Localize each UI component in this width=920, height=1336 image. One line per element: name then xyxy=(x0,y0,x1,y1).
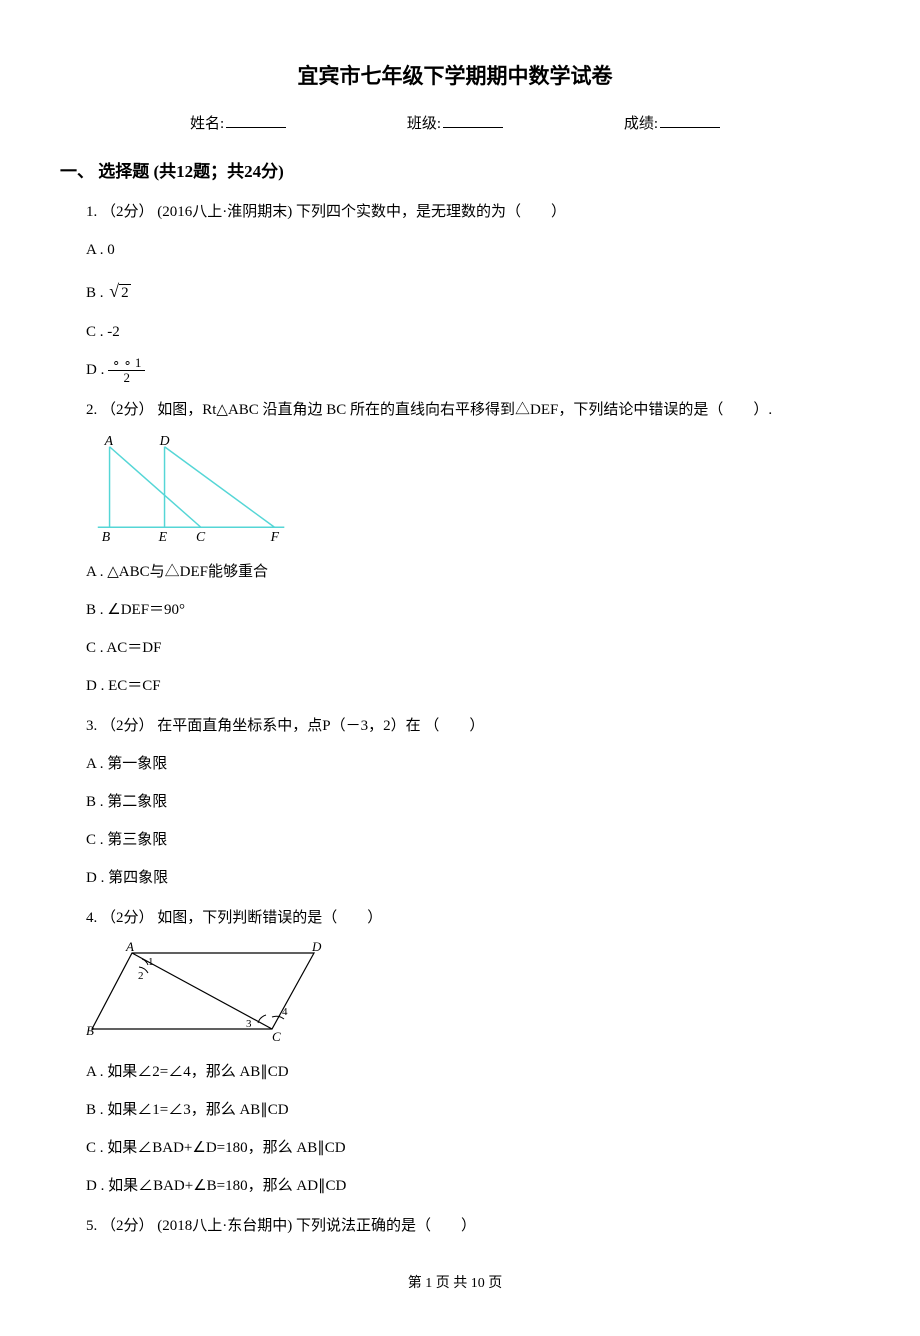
q2-optC: C . AC＝DF xyxy=(86,633,850,663)
score-field: 成绩: xyxy=(624,112,720,136)
q1-optD-prefix: D . xyxy=(86,362,108,378)
q4-optD: D . 如果∠BAD+∠B=180，那么 AD∥CD xyxy=(86,1171,850,1201)
q3-optD: D . 第四象限 xyxy=(86,863,850,893)
q4-optC: C . 如果∠BAD+∠D=180，那么 AB∥CD xyxy=(86,1133,850,1163)
svg-text:1: 1 xyxy=(148,956,154,968)
class-label: 班级: xyxy=(407,112,441,136)
q3-stem: 3. （2分） 在平面直角坐标系中，点P（－3，2）在 （ ） xyxy=(86,711,850,741)
svg-text:C: C xyxy=(196,529,206,541)
q1-optB-prefix: B . xyxy=(86,285,107,301)
svg-text:D: D xyxy=(311,941,322,954)
svg-text:B: B xyxy=(86,1023,94,1038)
name-label: 姓名: xyxy=(190,112,224,136)
svg-text:A: A xyxy=(104,433,114,448)
q3-optB: B . 第二象限 xyxy=(86,787,850,817)
q2-optA: A . △ABC与△DEF能够重合 xyxy=(86,557,850,587)
q2-optB: B . ∠DEF＝90° xyxy=(86,595,850,625)
q3-optA: A . 第一象限 xyxy=(86,749,850,779)
q2-optD: D . EC＝CF xyxy=(86,671,850,701)
q4-optB: B . 如果∠1=∠3，那么 AB∥CD xyxy=(86,1095,850,1125)
exam-title: 宜宾市七年级下学期期中数学试卷 xyxy=(60,60,850,94)
q4-stem: 4. （2分） 如图，下列判断错误的是（ ） xyxy=(86,903,850,933)
section-heading: 一、 选择题 (共12题；共24分) xyxy=(60,158,850,185)
svg-text:A: A xyxy=(125,941,134,954)
svg-text:B: B xyxy=(102,529,111,541)
q1-optA: A . 0 xyxy=(86,235,850,265)
triangle-diagram-icon: A D B E C F xyxy=(86,433,301,541)
student-info-row: 姓名: 班级: 成绩: xyxy=(60,112,850,136)
q4-optA: A . 如果∠2=∠4，那么 AB∥CD xyxy=(86,1057,850,1087)
svg-text:3: 3 xyxy=(246,1018,252,1030)
q1-optC: C . -2 xyxy=(86,317,850,347)
q1-optD: D . ∘ ∘ 1 2 xyxy=(86,355,850,385)
svg-text:D: D xyxy=(159,433,170,448)
name-field: 姓名: xyxy=(190,112,286,136)
score-blank[interactable] xyxy=(660,113,720,128)
q1-stem: 1. （2分） (2016八上·淮阴期末) 下列四个实数中，是无理数的为（ ） xyxy=(86,197,850,227)
class-blank[interactable] xyxy=(443,113,503,128)
q3-optC: C . 第三象限 xyxy=(86,825,850,855)
q2-stem: 2. （2分） 如图，Rt△ABC 沿直角边 BC 所在的直线向右平移得到△DE… xyxy=(86,395,850,425)
class-field: 班级: xyxy=(407,112,503,136)
fraction-icon: ∘ ∘ 1 2 xyxy=(108,356,145,386)
svg-text:C: C xyxy=(272,1029,281,1041)
q4-figure: A D B C 1 2 3 4 xyxy=(86,941,850,1049)
svg-text:2: 2 xyxy=(138,970,144,982)
name-blank[interactable] xyxy=(226,113,286,128)
score-label: 成绩: xyxy=(624,112,658,136)
svg-text:E: E xyxy=(158,529,168,541)
svg-text:F: F xyxy=(270,529,280,541)
parallelogram-diagram-icon: A D B C 1 2 3 4 xyxy=(86,941,326,1041)
page-footer: 第 1 页 共 10 页 xyxy=(60,1273,850,1295)
q2-figure: A D B E C F xyxy=(86,433,850,549)
sqrt-2-icon: 2 xyxy=(107,273,130,309)
q5-stem: 5. （2分） (2018八上·东台期中) 下列说法正确的是（ ） xyxy=(86,1211,850,1241)
q1-optB: B . 2 xyxy=(86,273,850,309)
svg-text:4: 4 xyxy=(282,1006,288,1018)
